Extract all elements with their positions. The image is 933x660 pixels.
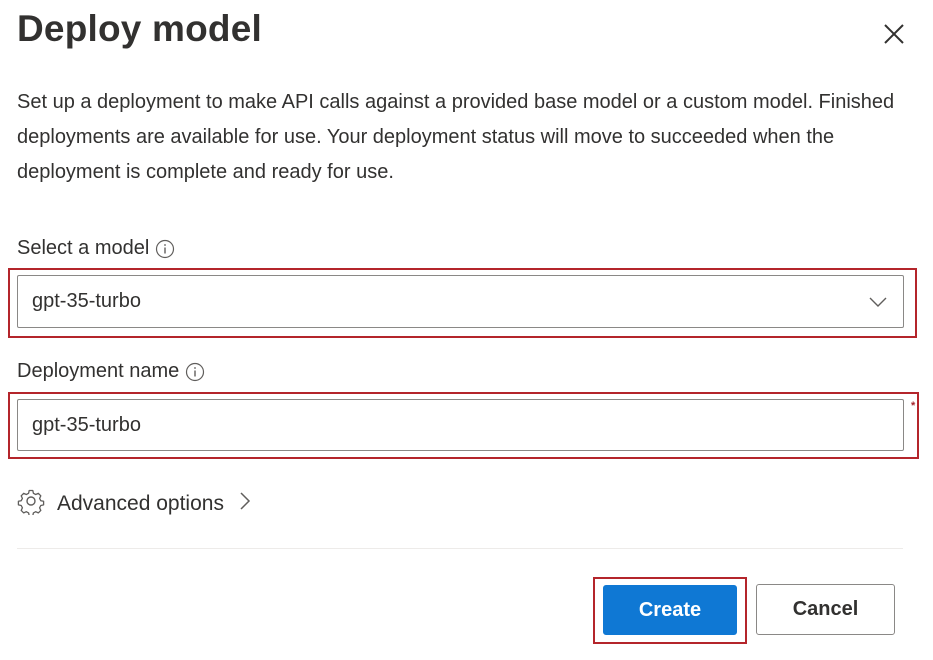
create-button[interactable]: Create (603, 585, 737, 635)
select-model-label-text: Select a model (17, 237, 150, 259)
deployment-name-value: gpt-35-turbo (32, 413, 141, 436)
advanced-options-toggle[interactable]: Advanced options (17, 487, 254, 521)
deployment-name-input[interactable]: gpt-35-turbo (17, 399, 904, 451)
model-select-dropdown[interactable]: gpt-35-turbo (17, 275, 904, 328)
info-icon[interactable] (185, 362, 205, 382)
select-model-label: Select a model (17, 237, 175, 260)
deployment-name-label: Deployment name (17, 360, 205, 383)
cancel-button[interactable]: Cancel (756, 584, 895, 635)
advanced-options-label: Advanced options (57, 492, 224, 515)
footer-divider (17, 548, 903, 549)
chevron-down-icon (867, 291, 889, 313)
deploy-model-dialog: Deploy model Set up a deployment to make… (0, 0, 933, 660)
info-icon[interactable] (155, 239, 175, 259)
required-mark: * (911, 400, 916, 412)
dialog-description: Set up a deployment to make API calls ag… (17, 91, 895, 183)
model-select-value: gpt-35-turbo (32, 290, 141, 312)
gear-icon (17, 487, 45, 521)
dialog-title: Deploy model (17, 8, 262, 49)
chevron-right-icon (236, 489, 254, 519)
deployment-name-label-text: Deployment name (17, 360, 180, 382)
close-icon[interactable] (878, 18, 910, 50)
